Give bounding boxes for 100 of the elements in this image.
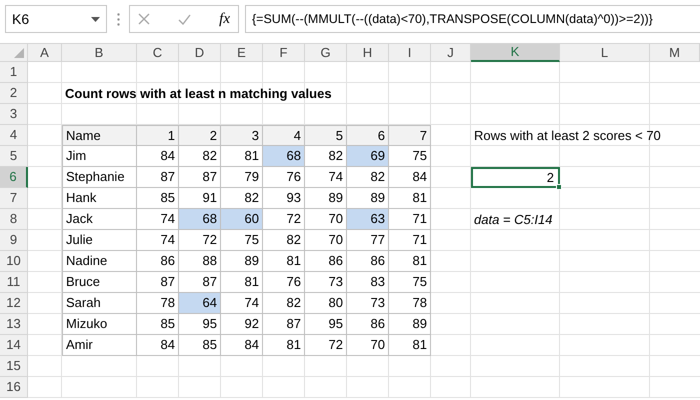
table-cell: 78: [389, 293, 431, 314]
fill-handle[interactable]: [556, 184, 562, 190]
table-cell: 70: [305, 230, 347, 251]
row-header[interactable]: 12: [0, 293, 28, 314]
table-cell: Jim: [62, 146, 137, 167]
row-header[interactable]: 14: [0, 335, 28, 356]
table-cell: 77: [347, 230, 389, 251]
table-header-cell: 6: [347, 125, 389, 146]
dropdown-caret-icon: [91, 16, 100, 22]
table-cell: 82: [263, 230, 305, 251]
table-cell: 92: [221, 314, 263, 335]
result-cell[interactable]: 2: [471, 167, 560, 188]
table-header-cell: 5: [305, 125, 347, 146]
table-cell: 74: [221, 293, 263, 314]
table-cell: 82: [263, 293, 305, 314]
column-header[interactable]: A: [28, 44, 62, 62]
row-header[interactable]: 10: [0, 251, 28, 272]
row-header[interactable]: 5: [0, 146, 28, 167]
table-cell: Mizuko: [62, 314, 137, 335]
checkmark-icon[interactable]: [178, 14, 192, 24]
table-cell: 74: [137, 209, 179, 230]
table-cell: 81: [221, 272, 263, 293]
result-label: Rows with at least 2 scores < 70: [473, 126, 662, 145]
table-cell: 72: [263, 209, 305, 230]
table-cell: 82: [305, 146, 347, 167]
table-cell: 83: [347, 272, 389, 293]
table-cell: 89: [221, 251, 263, 272]
row-header[interactable]: 6: [0, 167, 28, 188]
table-cell: Julie: [62, 230, 137, 251]
column-header[interactable]: C: [137, 44, 179, 62]
name-box[interactable]: K6: [5, 5, 107, 33]
column-header[interactable]: F: [263, 44, 305, 62]
table-cell: 70: [305, 209, 347, 230]
table-cell: 75: [221, 230, 263, 251]
table-cell: 87: [179, 167, 221, 188]
table-cell: 95: [179, 314, 221, 335]
column-header[interactable]: M: [650, 44, 700, 62]
table-cell: Hank: [62, 188, 137, 209]
corner-triangle-icon: [14, 48, 24, 58]
table-cell: 84: [137, 146, 179, 167]
column-header[interactable]: L: [560, 44, 650, 62]
column-header[interactable]: H: [347, 44, 389, 62]
column-header[interactable]: E: [221, 44, 263, 62]
column-header[interactable]: D: [179, 44, 221, 62]
table-cell: 75: [389, 272, 431, 293]
table-cell: 74: [305, 167, 347, 188]
table-cell: 88: [179, 251, 221, 272]
row-header[interactable]: 16: [0, 377, 28, 398]
table-cell: 84: [389, 167, 431, 188]
table-cell: 86: [305, 251, 347, 272]
row-header[interactable]: 8: [0, 209, 28, 230]
table-cell: 89: [347, 188, 389, 209]
table-cell: 86: [137, 251, 179, 272]
table-cell: 87: [137, 167, 179, 188]
column-header[interactable]: K: [471, 44, 560, 62]
row-header[interactable]: 13: [0, 314, 28, 335]
table-cell: 84: [221, 335, 263, 356]
table-cell: 86: [347, 251, 389, 272]
table-cell: 69: [347, 146, 389, 167]
row-header[interactable]: 9: [0, 230, 28, 251]
select-all-button[interactable]: [0, 44, 28, 62]
row-header[interactable]: 3: [0, 104, 28, 125]
row-header[interactable]: 4: [0, 125, 28, 146]
row-header[interactable]: 2: [0, 83, 28, 104]
table-cell: 68: [263, 146, 305, 167]
formula-field[interactable]: {=SUM(--(MMULT(--((data)<70),TRANSPOSE(COLUMN(data)^0))>=2))}: [245, 5, 700, 33]
table-cell: 73: [305, 272, 347, 293]
row-header[interactable]: 1: [0, 62, 28, 83]
column-header[interactable]: B: [62, 44, 137, 62]
table-cell: 81: [389, 335, 431, 356]
table-cell: 82: [179, 146, 221, 167]
row-header[interactable]: 15: [0, 356, 28, 377]
table-cell: 87: [179, 272, 221, 293]
table-cell: 89: [389, 314, 431, 335]
table-cell: 93: [263, 188, 305, 209]
table-cell: 68: [179, 209, 221, 230]
table-cell: 82: [347, 167, 389, 188]
table-cell: 85: [179, 335, 221, 356]
column-header[interactable]: G: [305, 44, 347, 62]
table-cell: 80: [305, 293, 347, 314]
table-cell: 82: [221, 188, 263, 209]
table-cell: 60: [221, 209, 263, 230]
table-cell: 81: [221, 146, 263, 167]
table-cell: 81: [263, 251, 305, 272]
table-cell: 86: [347, 314, 389, 335]
table-cell: Bruce: [62, 272, 137, 293]
table-cell: 85: [137, 188, 179, 209]
table-header-cell: Name: [62, 125, 137, 146]
column-header[interactable]: J: [431, 44, 471, 62]
column-header[interactable]: I: [389, 44, 431, 62]
cancel-icon[interactable]: [138, 13, 150, 25]
insert-function-button[interactable]: fx: [219, 8, 230, 30]
grip-dots-icon: [116, 12, 120, 26]
table-cell: 76: [263, 272, 305, 293]
table-cell: 76: [263, 167, 305, 188]
table-header-cell: 4: [263, 125, 305, 146]
row-header[interactable]: 11: [0, 272, 28, 293]
table-cell: 78: [137, 293, 179, 314]
table-cell: 79: [221, 167, 263, 188]
row-header[interactable]: 7: [0, 188, 28, 209]
